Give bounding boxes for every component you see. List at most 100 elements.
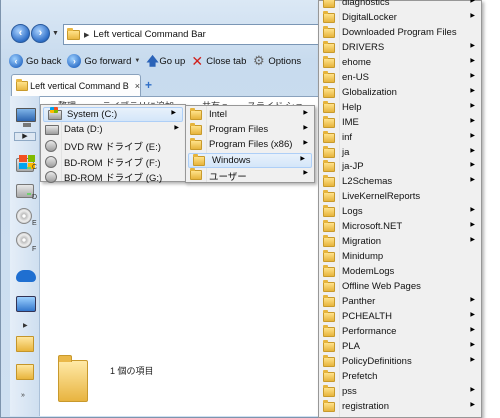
- computer-dropdown-icon[interactable]: ▶: [14, 132, 36, 141]
- menu-item-migration[interactable]: Migration ▶: [319, 235, 481, 250]
- folder-icon: [16, 78, 29, 91]
- folder-icon: [323, 130, 335, 146]
- menu-item-prefetch[interactable]: Prefetch: [319, 369, 481, 385]
- folder-icon: [323, 55, 335, 71]
- menu-item-program-files-x86[interactable]: Program Files (x86) ▶: [186, 138, 314, 153]
- folder-icon: [323, 40, 335, 53]
- address-bar[interactable]: ▶ Left vertical Command Bar: [63, 24, 321, 45]
- folder-icon: [323, 220, 335, 235]
- folder-icon: [323, 384, 335, 397]
- menu-item-label: Performance: [342, 325, 397, 337]
- bd-drive-icon: [45, 171, 57, 186]
- menu-item-performance[interactable]: Performance ▶: [319, 324, 481, 340]
- menu-item-ehome[interactable]: ehome ▶: [319, 55, 481, 71]
- address-separator-icon[interactable]: ▶: [84, 31, 89, 39]
- menu-item-globalization[interactable]: Globalization ▶: [319, 85, 481, 101]
- menu-item-label: Help: [342, 101, 362, 113]
- menu-item-panther[interactable]: Panther ▶: [319, 295, 481, 310]
- folder-icon: [323, 205, 335, 218]
- menu-item-pss[interactable]: pss ▶: [319, 384, 481, 400]
- menu-item-ime[interactable]: IME ▶: [319, 115, 481, 131]
- tab-left-vertical-command-bar[interactable]: Left vertical Command Bar ×: [11, 74, 141, 96]
- system-c-submenu: Intel ▶ Program Files ▶ Program Files (x86) ▶…: [185, 105, 315, 183]
- menu-item-ja-jp[interactable]: ja-JP ▶: [319, 160, 481, 175]
- folder-icon: [323, 175, 335, 188]
- up-arrow-icon: 🡅: [146, 54, 159, 68]
- menu-item-intel[interactable]: Intel ▶: [186, 108, 314, 123]
- menu-item-en-us[interactable]: en-US ▶: [319, 70, 481, 86]
- menu-item-pla[interactable]: PLA ▶: [319, 339, 481, 355]
- folder-icon: [323, 309, 335, 322]
- menu-item-registration[interactable]: registration ▶: [319, 399, 481, 415]
- options-button[interactable]: ⚙ Options: [252, 54, 301, 68]
- close-tab-button[interactable]: ✕ Close tab: [191, 54, 246, 68]
- go-forward-button[interactable]: › Go forward ▼: [67, 54, 140, 68]
- menu-item-label: DRIVERS: [342, 41, 385, 53]
- menu-item-pchealth[interactable]: PCHEALTH ▶: [319, 309, 481, 325]
- menu-item-bd-rom-f[interactable]: BD-ROM ドライブ (F:): [41, 154, 185, 169]
- network-dropdown-icon[interactable]: ▶: [23, 322, 28, 329]
- menu-item-item[interactable]: ユーザー ▶: [186, 168, 314, 183]
- forward-arrow-icon: ›: [67, 54, 82, 68]
- menu-item-windows[interactable]: Windows ▶: [188, 153, 312, 168]
- menu-item-l2schemas[interactable]: L2Schemas ▶: [319, 175, 481, 190]
- submenu-arrow-icon: ▶: [470, 356, 475, 363]
- submenu-arrow-icon: ▶: [470, 57, 475, 64]
- menu-item-inf[interactable]: inf ▶: [319, 130, 481, 146]
- menu-item-ja[interactable]: ja ▶: [319, 145, 481, 161]
- menu-item-program-files[interactable]: Program Files ▶: [186, 123, 314, 138]
- more-chevron-icon[interactable]: »: [21, 392, 25, 399]
- folder-icon: [323, 354, 335, 370]
- menu-item-livekernelreports[interactable]: LiveKernelReports: [319, 190, 481, 205]
- tab-close-icon[interactable]: ×: [135, 81, 140, 91]
- back-arrow-button[interactable]: ‹: [11, 24, 30, 43]
- menu-item-diagnostics[interactable]: diagnostics ▶: [319, 0, 481, 11]
- folder-icon: [16, 336, 34, 352]
- item-count: 1 個の項目: [110, 366, 154, 376]
- computer-button[interactable]: [16, 108, 36, 128]
- forward-arrow-button[interactable]: ›: [31, 24, 50, 43]
- folder-icon: [323, 85, 335, 101]
- menu-item-minidump[interactable]: Minidump: [319, 250, 481, 265]
- folder-icon: [323, 160, 335, 173]
- menu-item-policydefinitions[interactable]: PolicyDefinitions ▶: [319, 354, 481, 370]
- folder-button-1[interactable]: [16, 336, 36, 356]
- submenu-arrow-icon: ▶: [470, 311, 475, 318]
- menu-item-digitallocker[interactable]: DigitalLocker ▶: [319, 10, 481, 26]
- close-icon: ✕: [191, 53, 204, 69]
- menu-item-logs[interactable]: Logs ▶: [319, 205, 481, 220]
- drive-e-label: E: [32, 220, 37, 227]
- menu-item-data-d[interactable]: Data (D:) ▶: [41, 123, 185, 138]
- navigation-row: ‹ › ▼ ▶ Left vertical Command Bar: [11, 24, 321, 48]
- menu-item-label: Program Files: [209, 124, 269, 135]
- go-up-button[interactable]: 🡅 Go up: [146, 54, 185, 68]
- folder-icon: [323, 324, 335, 337]
- menu-item-label: Data (D:): [64, 123, 103, 135]
- menu-item-bd-rom-g[interactable]: BD-ROM ドライブ (G:): [41, 169, 185, 184]
- computer-icon: [16, 108, 36, 127]
- menu-item-help[interactable]: Help ▶: [319, 100, 481, 116]
- dvd-drive-icon: [16, 208, 32, 224]
- menu-item-label: ja-JP: [342, 161, 364, 173]
- menu-item-microsoft-net[interactable]: Microsoft.NET ▶: [319, 220, 481, 235]
- menu-item-system-c[interactable]: System (C:) ▶: [43, 107, 183, 122]
- network-button[interactable]: [16, 296, 36, 316]
- menu-item-offline-web-pages[interactable]: Offline Web Pages: [319, 280, 481, 295]
- menu-item-modemlogs[interactable]: ModemLogs: [319, 265, 481, 280]
- menu-item-dvd-rw-e[interactable]: DVD RW ドライブ (E:): [41, 138, 185, 153]
- folder-icon: [323, 55, 335, 68]
- go-back-button[interactable]: ‹ Go back: [9, 54, 61, 68]
- menu-item-label: inf: [342, 131, 353, 143]
- menu-item-downloaded-program-files[interactable]: Downloaded Program Files: [319, 25, 481, 41]
- drive-f-label: F: [32, 246, 37, 253]
- menu-item-drivers[interactable]: DRIVERS ▶: [319, 40, 481, 56]
- submenu-arrow-icon: ▶: [303, 170, 308, 176]
- folder-icon: [190, 168, 202, 183]
- menu-item-label: Prefetch: [342, 370, 378, 382]
- folder-icon: [323, 354, 335, 367]
- chevron-down-icon[interactable]: ▼: [134, 58, 140, 64]
- skydrive-button[interactable]: [16, 266, 36, 286]
- new-tab-icon[interactable]: +: [145, 78, 152, 92]
- history-dropdown-icon[interactable]: ▼: [52, 30, 59, 37]
- folder-button-2[interactable]: [16, 364, 36, 384]
